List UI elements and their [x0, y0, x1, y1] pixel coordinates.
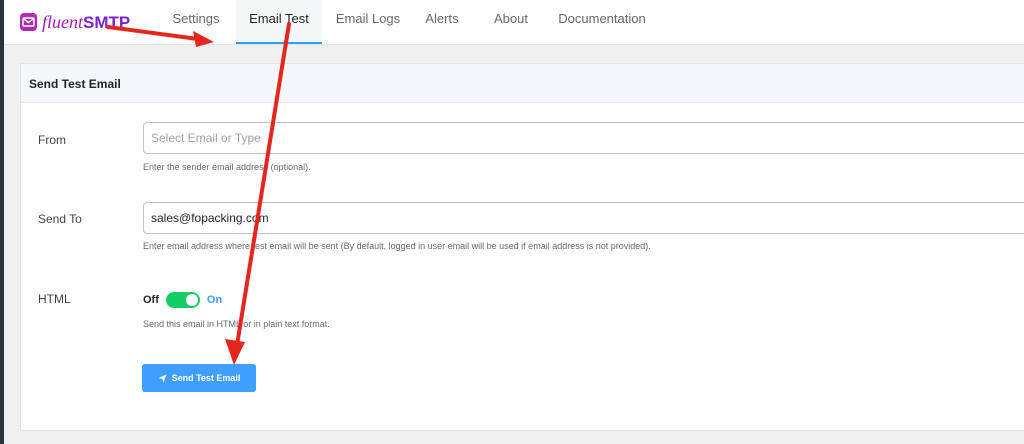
toggle-off-label: Off — [143, 294, 159, 306]
from-help-text: Enter the sender email address (optional… — [143, 162, 311, 172]
tab-email-logs[interactable]: Email Logs — [333, 0, 403, 43]
send-test-email-label: Send Test Email — [171, 373, 241, 383]
toggle-on-label: On — [206, 294, 223, 306]
send-test-email-button[interactable]: Send Test Email — [142, 364, 256, 392]
html-label: HTML — [38, 292, 71, 306]
toggle-knob — [185, 294, 198, 306]
panel-title: Send Test Email — [21, 64, 1024, 103]
send-test-email-panel: Send Test Email From Select Email or Typ… — [20, 63, 1024, 431]
envelope-logo-icon — [20, 13, 37, 31]
top-navigation: fluentSMTP Settings Email Test Email Log… — [4, 0, 1024, 45]
send-to-label: Send To — [38, 212, 82, 226]
brand-name-part1: fluent — [42, 11, 83, 32]
html-help-text: Send this email in HTML or in plain text… — [143, 319, 330, 329]
admin-sidebar-edge — [0, 0, 4, 444]
fluent-smtp-logo: fluentSMTP — [20, 9, 130, 35]
tab-documentation[interactable]: Documentation — [557, 0, 647, 43]
from-label: From — [38, 133, 66, 147]
tab-email-test[interactable]: Email Test — [236, 0, 322, 44]
tab-settings[interactable]: Settings — [166, 0, 226, 43]
html-toggle-switch[interactable] — [165, 292, 200, 308]
from-select-input[interactable]: Select Email or Type — [143, 122, 1024, 154]
tab-about[interactable]: About — [488, 0, 534, 43]
paper-plane-icon — [158, 373, 167, 383]
html-toggle-group: Off On — [143, 292, 222, 308]
send-to-input[interactable]: sales@fopacking.com — [143, 202, 1024, 234]
send-to-help-text: Enter email address where test email wil… — [143, 241, 651, 251]
brand-name-part2: SMTP — [83, 12, 131, 32]
tab-alerts[interactable]: Alerts — [422, 0, 462, 43]
